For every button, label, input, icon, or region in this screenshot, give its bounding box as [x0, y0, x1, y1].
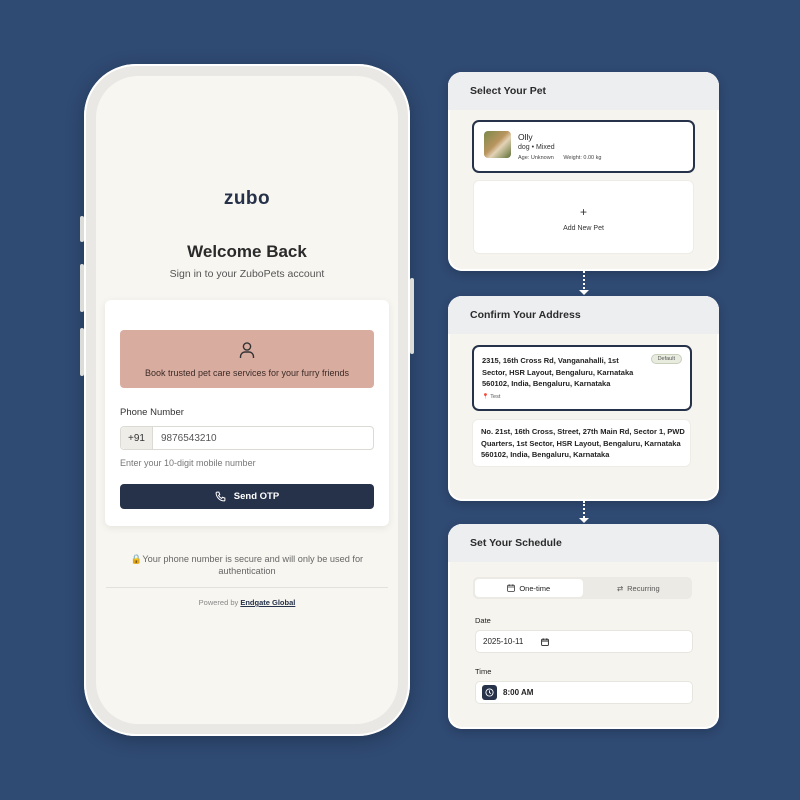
arrow-down-icon: [579, 518, 589, 523]
date-label: Date: [475, 616, 491, 625]
tab-recurring[interactable]: ⇄ Recurring: [585, 577, 693, 599]
pet-name: Olly: [518, 132, 533, 142]
page-subtitle: Sign in to your ZuboPets account: [169, 268, 325, 280]
select-pet-title: Select Your Pet: [448, 72, 719, 110]
phone-volume-up: [80, 264, 84, 312]
security-note: 🔒Your phone number is secure and will on…: [130, 554, 364, 576]
plus-icon: +: [579, 205, 587, 219]
schedule-type-toggle: One-time ⇄ Recurring: [473, 577, 692, 599]
address-card-default[interactable]: 2315, 16th Cross Rd, Vanganahalli, 1st S…: [472, 345, 692, 411]
pet-card[interactable]: Olly dog • Mixed Age: Unknown Weight: 0.…: [472, 120, 695, 173]
clock-icon: [482, 685, 497, 700]
time-input[interactable]: 8:00 AM: [475, 681, 693, 704]
default-badge: Default: [650, 354, 682, 364]
tab-recurring-label: Recurring: [627, 583, 660, 593]
date-input[interactable]: 2025-10-11: [475, 630, 693, 653]
divider: [106, 587, 388, 588]
page-title: Welcome Back: [187, 242, 307, 261]
address-text: 2315, 16th Cross Rd, Vanganahalli, 1st S…: [482, 356, 634, 389]
repeat-icon: ⇄: [616, 583, 624, 593]
address-tag-label: Test: [490, 394, 501, 400]
country-code: +91: [121, 427, 153, 449]
pet-meta: Age: Unknown Weight: 0.00 kg: [518, 155, 601, 161]
login-screen: zubo Welcome Back Sign in to your ZuboPe…: [96, 76, 398, 724]
phone-volume-down: [80, 328, 84, 376]
phone-side-button: [80, 216, 84, 242]
promo-banner: Book trusted pet care services for your …: [120, 330, 374, 388]
address-card[interactable]: No. 21st, 16th Cross, Street, 27th Main …: [472, 419, 691, 467]
select-pet-panel: Select Your Pet Olly dog • Mixed Age: Un…: [448, 72, 719, 271]
powered-by: Powered by Endgate Global: [96, 598, 398, 607]
calendar-icon: [507, 584, 516, 592]
pet-photo: [484, 131, 511, 158]
phone-number-input[interactable]: 9876543210: [153, 427, 217, 449]
phone-number-field[interactable]: +91 9876543210: [120, 426, 374, 450]
banner-text: Book trusted pet care services for your …: [144, 368, 350, 378]
login-card: Book trusted pet care services for your …: [105, 300, 389, 526]
tab-one-time[interactable]: One-time: [475, 579, 583, 597]
phone-power-button: [410, 278, 414, 354]
time-value: 8:00 AM: [503, 688, 534, 697]
schedule-title: Set Your Schedule: [448, 524, 719, 562]
pet-breed: dog • Mixed: [518, 144, 555, 151]
powered-prefix: Powered by: [198, 598, 239, 607]
calendar-icon[interactable]: [541, 637, 550, 646]
confirm-address-panel: Confirm Your Address 2315, 16th Cross Rd…: [448, 296, 719, 501]
schedule-panel: Set Your Schedule One-time ⇄ Recurring D…: [448, 524, 719, 729]
pet-weight: Weight: 0.00 kg: [563, 155, 602, 161]
phone-mockup: zubo Welcome Back Sign in to your ZuboPe…: [80, 64, 414, 736]
user-icon: [239, 342, 255, 358]
zubo-logo: zubo: [223, 188, 271, 209]
powered-link[interactable]: Endgate Global: [240, 598, 295, 607]
arrow-down-icon: [579, 290, 589, 295]
pin-icon: 📍: [482, 394, 489, 400]
confirm-address-title: Confirm Your Address: [448, 296, 719, 334]
address-tag: 📍 Test: [482, 394, 500, 400]
tab-one-time-label: One-time: [519, 583, 551, 593]
phone-number-label: Phone Number: [120, 407, 184, 418]
time-label: Time: [475, 667, 492, 676]
pet-age: Age: Unknown: [518, 155, 554, 161]
add-new-pet-button[interactable]: + Add New Pet: [473, 180, 694, 254]
send-otp-label: Send OTP: [233, 491, 280, 502]
phone-icon: [215, 491, 226, 502]
date-value: 2025-10-11: [483, 637, 524, 646]
add-new-pet-label: Add New Pet: [563, 225, 604, 232]
phone-hint: Enter your 10-digit mobile number: [120, 458, 256, 468]
address-text: No. 21st, 16th Cross, Street, 27th Main …: [481, 427, 685, 460]
send-otp-button[interactable]: Send OTP: [120, 484, 374, 509]
